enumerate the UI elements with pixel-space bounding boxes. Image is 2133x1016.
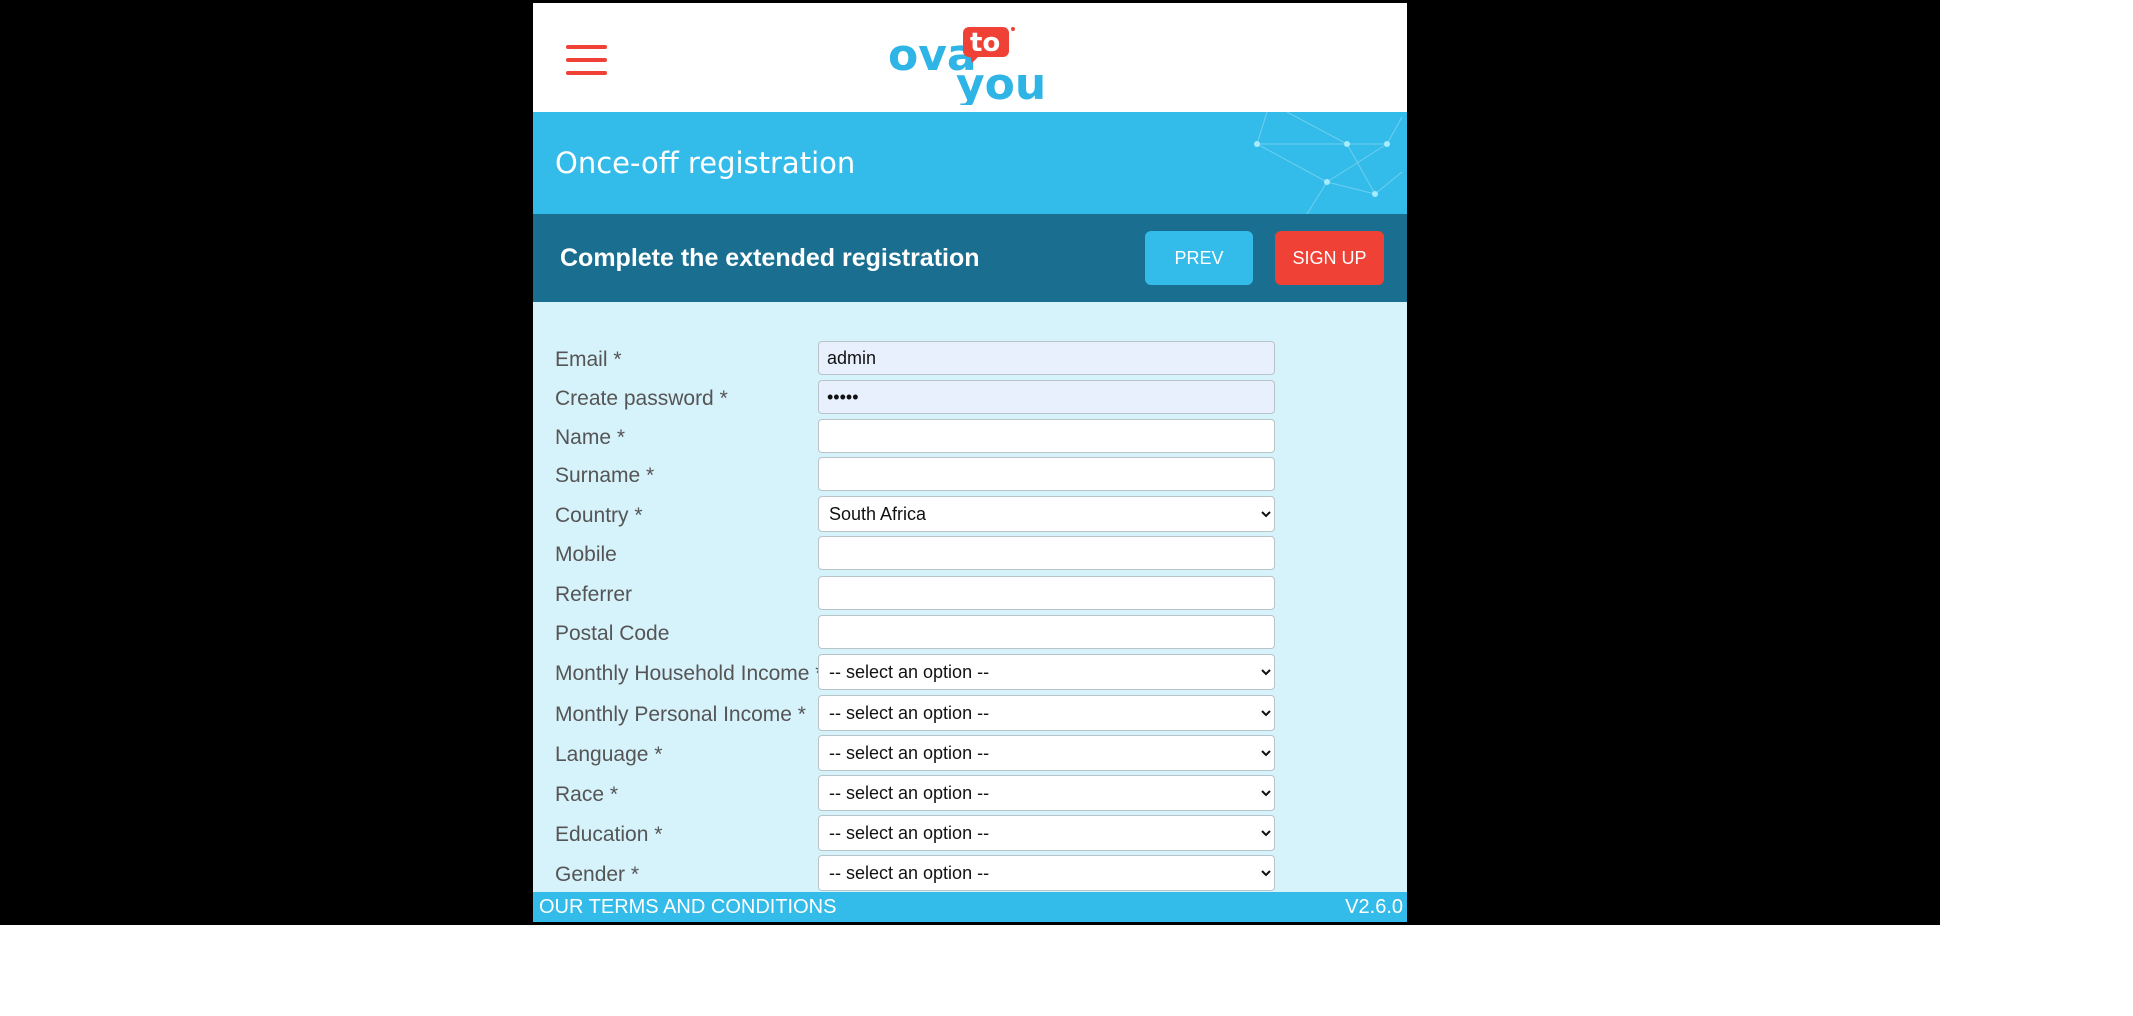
country-label: Country * bbox=[555, 504, 643, 527]
sign-up-button[interactable]: SIGN UP bbox=[1275, 231, 1384, 285]
page-title: Once-off registration bbox=[555, 146, 856, 180]
education-select[interactable]: -- select an option -- bbox=[818, 815, 1275, 851]
footer-bar: OUR TERMS AND CONDITIONS V2.6.0 bbox=[533, 892, 1407, 922]
household-income-select[interactable]: -- select an option -- bbox=[818, 654, 1275, 690]
password-field[interactable] bbox=[818, 380, 1275, 414]
mobile-field[interactable] bbox=[818, 536, 1275, 570]
svg-text:to: to bbox=[970, 28, 1000, 58]
personal-income-select[interactable]: -- select an option -- bbox=[818, 695, 1275, 731]
race-label: Race * bbox=[555, 783, 619, 806]
language-select[interactable]: -- select an option -- bbox=[818, 735, 1275, 771]
postal-code-field[interactable] bbox=[818, 615, 1275, 649]
referrer-field[interactable] bbox=[818, 576, 1275, 610]
section-title: Complete the extended registration bbox=[560, 244, 980, 272]
language-label: Language * bbox=[555, 743, 663, 766]
race-select[interactable]: -- select an option -- bbox=[818, 775, 1275, 811]
app-container: ova to you Once-off registration Complet… bbox=[533, 3, 1407, 922]
terms-and-conditions-link[interactable]: OUR TERMS AND CONDITIONS bbox=[539, 896, 836, 919]
top-bar: ova to you bbox=[533, 3, 1407, 112]
country-select[interactable]: South Africa bbox=[818, 496, 1275, 532]
surname-label: Surname * bbox=[555, 464, 655, 487]
education-label: Education * bbox=[555, 823, 663, 846]
hamburger-menu-icon[interactable] bbox=[566, 45, 607, 75]
email-field[interactable] bbox=[818, 341, 1275, 375]
surname-field[interactable] bbox=[818, 457, 1275, 491]
mobile-label: Mobile bbox=[555, 543, 617, 566]
network-decoration-icon bbox=[1254, 112, 1403, 214]
ovatoyou-logo: ova to you bbox=[888, 27, 1046, 105]
name-label: Name * bbox=[555, 426, 626, 449]
name-field[interactable] bbox=[818, 419, 1275, 453]
household-income-label: Monthly Household Income * bbox=[555, 662, 824, 685]
gender-label: Gender * bbox=[555, 863, 640, 886]
prev-button[interactable]: PREV bbox=[1145, 231, 1253, 285]
version-label: V2.6.0 bbox=[1345, 896, 1403, 918]
email-label: Email * bbox=[555, 348, 622, 371]
svg-text:you: you bbox=[956, 59, 1046, 105]
page-banner: Once-off registration bbox=[533, 112, 1407, 214]
password-label: Create password * bbox=[555, 387, 728, 410]
registration-form: Email * Create password * Name * Surname… bbox=[533, 302, 1407, 892]
postal-code-label: Postal Code bbox=[555, 622, 670, 645]
referrer-label: Referrer bbox=[555, 583, 633, 606]
gender-select[interactable]: -- select an option -- bbox=[818, 855, 1275, 891]
personal-income-label: Monthly Personal Income * bbox=[555, 703, 806, 726]
screen-background: ova to you Once-off registration Complet… bbox=[0, 0, 1940, 925]
registration-subheader: Complete the extended registration PREV … bbox=[533, 214, 1407, 302]
